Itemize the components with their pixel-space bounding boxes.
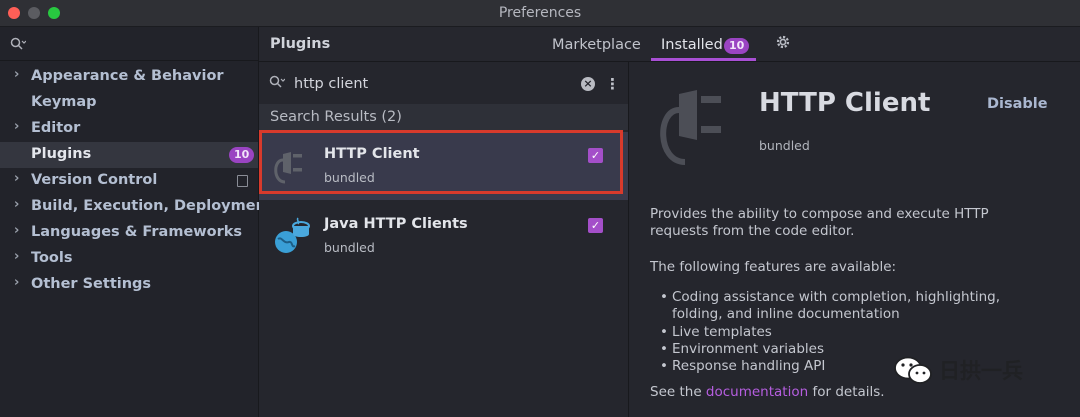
sidebar-item-label: Languages & Frameworks <box>31 224 243 240</box>
plugin-enabled-checkbox[interactable]: ✓ <box>588 148 603 163</box>
sidebar-item-keymap[interactable]: Keymap <box>0 90 258 116</box>
sidebar-item-label: Build, Execution, Deployment <box>31 198 273 214</box>
title-bar: Preferences <box>0 0 1080 27</box>
sidebar-item-label: Editor <box>31 120 81 136</box>
documentation-link[interactable]: documentation <box>706 384 808 400</box>
page-title: Plugins <box>270 36 331 52</box>
plugin-description-line-2: requests from the code editor. <box>650 223 855 239</box>
gear-icon[interactable] <box>775 34 791 55</box>
watermark-text: 日拱一兵 <box>939 359 1023 383</box>
sidebar-item-build-execution-deployment[interactable]: › Build, Execution, Deployment <box>0 194 273 220</box>
search-icon[interactable] <box>269 75 286 93</box>
plugin-row-http-client[interactable]: HTTP Client bundled ✓ <box>259 130 628 200</box>
chevron-right-icon: › <box>14 119 20 134</box>
sidebar-item-label: Version Control <box>31 172 158 188</box>
plugin-search-bar: http client × ⋮ <box>259 62 628 104</box>
search-results-label: Search Results (2) <box>270 109 402 125</box>
disable-button[interactable]: Disable <box>987 96 1048 112</box>
chevron-right-icon: › <box>14 275 20 290</box>
list-item: Live templates <box>660 324 1000 342</box>
chevron-right-icon: › <box>14 223 20 238</box>
features-intro: The following features are available: <box>650 259 897 275</box>
highlight-box <box>259 130 623 194</box>
plugin-detail-bundled: bundled <box>759 138 810 153</box>
plugin-list-panel: http client × ⋮ Search Results (2) HTTP … <box>259 62 629 417</box>
sidebar-item-other-settings[interactable]: › Other Settings <box>0 272 258 298</box>
sidebar-divider <box>0 60 258 61</box>
plugin-name: HTTP Client <box>324 146 420 162</box>
see-documentation-line: See the documentation for details. <box>650 384 885 401</box>
sidebar-item-label: Keymap <box>31 94 97 110</box>
settings-sidebar: › Appearance & Behavior Keymap › Editor … <box>0 27 273 417</box>
sidebar-item-tools[interactable]: › Tools <box>0 246 258 272</box>
sidebar-item-label: Plugins <box>31 146 92 162</box>
chevron-right-icon: › <box>14 67 20 82</box>
plugin-subtitle: bundled <box>324 240 375 255</box>
list-item: folding, and inline documentation <box>660 306 1000 323</box>
chevron-right-icon: › <box>14 171 20 186</box>
installed-count-badge: 10 <box>724 38 750 54</box>
wechat-icon <box>894 356 932 384</box>
tab-marketplace[interactable]: Marketplace <box>552 37 641 53</box>
see-prefix: See the <box>650 384 706 400</box>
plugin-enabled-checkbox[interactable]: ✓ <box>588 218 603 233</box>
sidebar-item-label: Other Settings <box>31 276 152 292</box>
watermark: 日拱一兵 <box>893 355 1063 385</box>
list-item-continuation: folding, and inline documentation <box>672 306 900 323</box>
search-results-header: Search Results (2) <box>259 104 628 130</box>
plugin-row-java-http-clients[interactable]: Java HTTP Clients bundled ✓ <box>259 202 628 270</box>
sidebar-item-label: Appearance & Behavior <box>31 68 224 84</box>
plugin-description-line-1: Provides the ability to compose and exec… <box>650 206 989 222</box>
see-suffix: for details. <box>808 384 885 400</box>
plug-icon <box>660 90 721 165</box>
clear-search-icon[interactable]: × <box>581 77 595 91</box>
sidebar-item-editor[interactable]: › Editor <box>0 116 258 142</box>
tab-installed[interactable]: Installed <box>661 37 723 53</box>
plugin-search-input[interactable]: http client <box>294 76 368 92</box>
list-item: Coding assistance with completion, highl… <box>660 289 1000 307</box>
sidebar-item-label: Tools <box>31 250 73 266</box>
plugin-subtitle: bundled <box>324 170 375 185</box>
plugin-detail-title: HTTP Client <box>759 88 931 118</box>
java-globe-icon <box>275 217 310 253</box>
sidebar-item-version-control[interactable]: › Version Control <box>0 168 258 194</box>
chevron-right-icon: › <box>14 249 20 264</box>
project-level-icon <box>237 175 248 187</box>
plugins-count-badge: 10 <box>229 147 255 163</box>
window-title: Preferences <box>498 5 582 21</box>
more-options-icon[interactable]: ⋮ <box>605 75 620 93</box>
sidebar-item-languages-frameworks[interactable]: › Languages & Frameworks <box>0 220 258 246</box>
sidebar-search-icon[interactable] <box>10 37 27 55</box>
sidebar-item-plugins[interactable]: Plugins 10 <box>0 142 258 168</box>
sidebar-item-appearance-behavior[interactable]: › Appearance & Behavior <box>0 64 258 90</box>
chevron-right-icon: › <box>14 197 20 212</box>
plugins-header: Plugins Marketplace Installed 10 <box>259 27 1080 62</box>
plug-icon <box>274 152 302 184</box>
plugin-name: Java HTTP Clients <box>324 216 468 232</box>
active-tab-indicator <box>651 58 756 61</box>
